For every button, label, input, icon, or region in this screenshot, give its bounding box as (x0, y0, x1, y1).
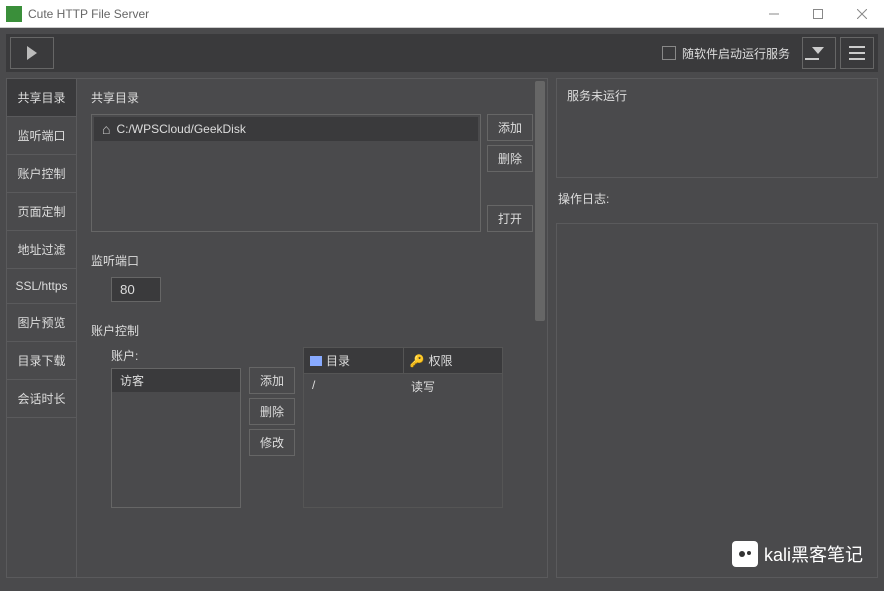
download-icon (812, 49, 826, 58)
status-box: 服务未运行 (556, 78, 878, 178)
maximize-button[interactable] (796, 0, 840, 28)
status-text: 服务未运行 (567, 89, 627, 103)
download-button[interactable] (802, 37, 836, 69)
titlebar: Cute HTTP File Server (0, 0, 884, 28)
share-path: C:/WPSCloud/GeekDisk (116, 122, 245, 136)
share-add-button[interactable]: 添加 (487, 114, 533, 141)
sidebar-item-filter[interactable]: 地址过滤 (7, 231, 76, 269)
settings-pane: 共享目录 监听端口 账户控制 页面定制 地址过滤 SSL/https 图片预览 … (6, 78, 548, 578)
account-item[interactable]: 访客 (112, 369, 240, 392)
toolbar: 随软件启动运行服务 (6, 34, 878, 72)
sidebar-item-session[interactable]: 会话时长 (7, 380, 76, 418)
share-title: 共享目录 (91, 89, 533, 106)
sidebar: 共享目录 监听端口 账户控制 页面定制 地址过滤 SSL/https 图片预览 … (7, 79, 77, 577)
port-input[interactable] (111, 277, 161, 302)
perm-value: 读写 (403, 374, 502, 399)
perm-dir: / (304, 374, 403, 399)
share-item[interactable]: ⌂ C:/WPSCloud/GeekDisk (94, 117, 478, 141)
log-box: kali黑客笔记 (556, 223, 878, 578)
sidebar-item-download[interactable]: 目录下载 (7, 342, 76, 380)
key-icon: 🔑 (410, 354, 425, 368)
listen-title: 监听端口 (91, 252, 533, 269)
start-button[interactable] (10, 37, 54, 69)
main-form: 共享目录 ⌂ C:/WPSCloud/GeekDisk 添加 删除 (77, 79, 547, 577)
minimize-button[interactable] (752, 0, 796, 28)
app-icon (6, 6, 22, 22)
app-body: 随软件启动运行服务 共享目录 监听端口 账户控制 页面定制 地址过滤 SSL/h… (0, 28, 884, 591)
sidebar-item-share[interactable]: 共享目录 (7, 79, 76, 117)
account-title: 账户控制 (91, 322, 533, 339)
menu-icon (849, 46, 865, 60)
watermark-text: kali黑客笔记 (764, 541, 863, 567)
account-list[interactable]: 访客 (111, 368, 241, 508)
sidebar-item-listen[interactable]: 监听端口 (7, 117, 76, 155)
account-add-button[interactable]: 添加 (249, 367, 295, 394)
share-list[interactable]: ⌂ C:/WPSCloud/GeekDisk (91, 114, 481, 232)
home-icon: ⌂ (102, 121, 110, 137)
share-open-button[interactable]: 打开 (487, 205, 533, 232)
folder-icon (310, 356, 322, 366)
watermark: kali黑客笔记 (732, 541, 863, 567)
share-delete-button[interactable]: 删除 (487, 145, 533, 172)
autostart-label: 随软件启动运行服务 (682, 45, 790, 62)
wechat-icon (732, 541, 758, 567)
sidebar-item-page[interactable]: 页面定制 (7, 193, 76, 231)
checkbox-icon (662, 46, 676, 60)
account-edit-button[interactable]: 修改 (249, 429, 295, 456)
sidebar-item-account[interactable]: 账户控制 (7, 155, 76, 193)
perm-header-perm[interactable]: 🔑 权限 (404, 348, 503, 373)
play-icon (27, 46, 37, 60)
log-label: 操作日志: (558, 190, 878, 207)
sidebar-item-ssl[interactable]: SSL/https (7, 269, 76, 304)
menu-button[interactable] (840, 37, 874, 69)
close-button[interactable] (840, 0, 884, 28)
sidebar-item-preview[interactable]: 图片预览 (7, 304, 76, 342)
permission-table: 目录 🔑 权限 / 读写 (303, 347, 503, 508)
window-title: Cute HTTP File Server (28, 7, 149, 21)
scrollbar[interactable] (535, 81, 545, 321)
perm-header-dir[interactable]: 目录 (304, 348, 404, 373)
autostart-checkbox[interactable]: 随软件启动运行服务 (662, 45, 790, 62)
account-list-label: 账户: (111, 347, 241, 364)
perm-row[interactable]: / 读写 (304, 374, 502, 399)
account-delete-button[interactable]: 删除 (249, 398, 295, 425)
